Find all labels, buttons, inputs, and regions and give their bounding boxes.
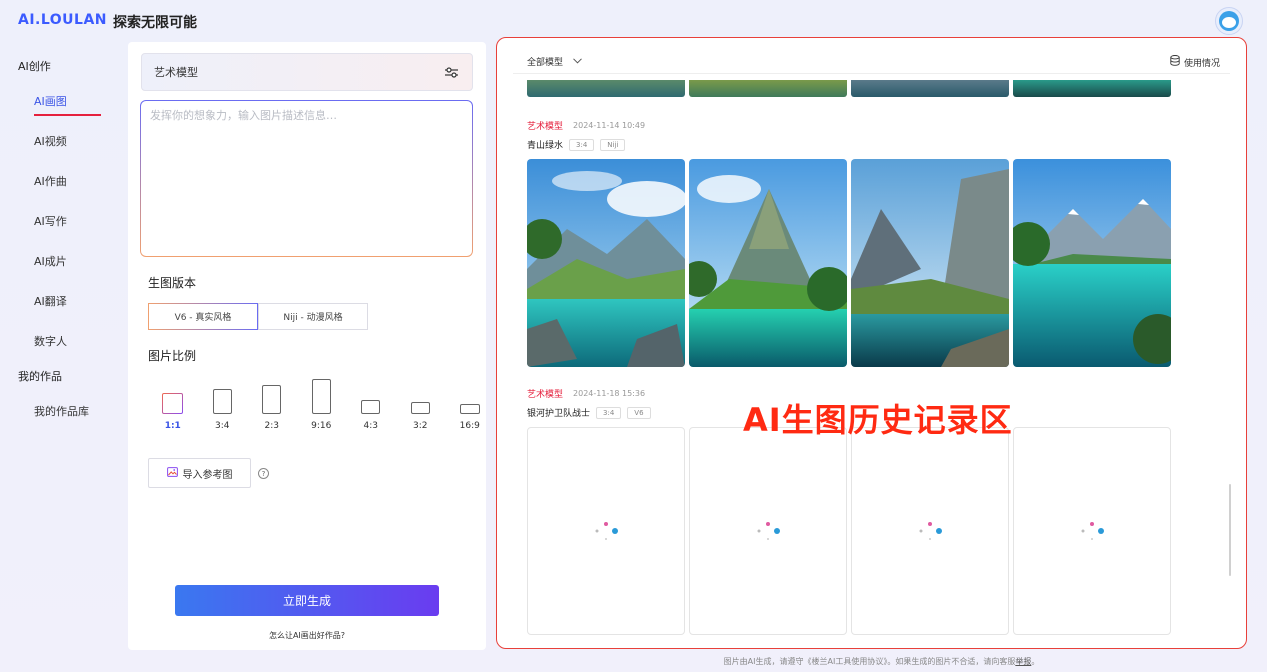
sidebar-item-digital-human[interactable]: 数字人 [0, 322, 120, 362]
sidebar-item-ai-compose[interactable]: AI作曲 [0, 162, 120, 202]
model-filter-dropdown[interactable]: 全部模型 [527, 55, 582, 68]
model-filter-label: 全部模型 [527, 58, 564, 68]
thumbnail-image[interactable] [689, 80, 847, 97]
version-title: 生图版本 [148, 276, 197, 290]
history-toolbar: 全部模型 使用情况 [513, 52, 1230, 74]
generate-button[interactable]: 立即生成 [175, 585, 439, 616]
history-panel: 全部模型 使用情况 艺术模型 2024-11-14 10:49 青山绿水 3:4… [496, 37, 1247, 649]
history-entry: 艺术模型 2024-11-14 10:49 青山绿水 3:4 Niji [527, 119, 645, 151]
entry-image-grid [527, 427, 1171, 635]
generating-placeholder [527, 427, 685, 635]
entry-ratio-chip: 3:4 [569, 138, 595, 151]
generating-placeholder [851, 427, 1009, 635]
ratio-tall-icon [311, 379, 331, 414]
version-v6-button[interactable]: V6 - 真实风格 [148, 303, 258, 330]
generating-placeholder [689, 427, 847, 635]
generated-image[interactable] [1013, 159, 1171, 367]
ratio-label: 1:1 [164, 421, 181, 431]
sidebar-section-works: 我的作品 [18, 370, 62, 383]
model-selector[interactable]: 艺术模型 [141, 53, 473, 91]
ratio-label: 3:2 [413, 421, 428, 431]
previous-entry-thumbnails [527, 80, 1171, 97]
how-to-link[interactable]: 怎么让AI画出好作品? [128, 630, 486, 641]
entry-model-tag: 艺术模型 [527, 390, 564, 400]
avatar-face-icon [1219, 11, 1239, 31]
footer-end: 。 [1031, 657, 1040, 666]
ratio-options: 1:1 3:4 2:3 9:16 4:3 3:2 16:9 [148, 377, 495, 431]
ratio-option-1-1[interactable]: 1:1 [148, 377, 198, 431]
footer-notice: 图片由AI生成，请遵守《楼兰AI工具使用协议》。如果生成的图片不合适，请向客服举… [0, 656, 1267, 667]
footer-text: 图片由AI生成，请遵守《楼兰AI工具使用协议》。如果生成的图片不合适，请向客服 [723, 657, 1016, 666]
brand[interactable]: AI.LOULAN 探索无限可能 [18, 12, 197, 32]
ratio-label: 16:9 [459, 421, 480, 431]
loading-spinner-icon [757, 522, 780, 540]
ratio-landscape-icon [410, 402, 430, 414]
ratio-option-3-4[interactable]: 3:4 [198, 377, 248, 431]
history-area-annotation: AI生图历史记录区 [743, 401, 1013, 439]
ratio-label: 3:4 [215, 421, 230, 431]
entry-timestamp: 2024-11-14 10:49 [573, 121, 646, 130]
generated-image[interactable] [851, 159, 1009, 367]
entry-version-chip: Niji [600, 138, 626, 151]
import-reference-button[interactable]: 导入参考图 [148, 458, 251, 488]
thumbnail-image[interactable] [851, 80, 1009, 97]
model-label: 艺术模型 [154, 66, 198, 79]
ratio-wide-icon [459, 404, 480, 414]
image-upload-icon [166, 466, 178, 480]
usage-label: 使用情况 [1183, 58, 1220, 69]
chevron-down-icon [573, 57, 582, 67]
thumbnail-image[interactable] [1013, 80, 1171, 97]
entry-image-grid [527, 159, 1171, 367]
sidebar-item-ai-film[interactable]: AI成片 [0, 242, 120, 282]
entry-ratio-chip: 3:4 [596, 406, 622, 419]
help-icon[interactable]: ? [258, 468, 269, 479]
prompt-input[interactable] [140, 100, 473, 257]
usage-button[interactable]: 使用情况 [1170, 55, 1220, 69]
loading-spinner-icon [919, 522, 942, 540]
loading-spinner-icon [1081, 522, 1104, 540]
sidebar-section-create: AI创作 [18, 60, 51, 73]
entry-timestamp: 2024-11-18 15:36 [573, 389, 646, 398]
loading-spinner-icon [595, 522, 618, 540]
ratio-label: 2:3 [264, 421, 279, 431]
database-icon [1170, 55, 1180, 69]
sidebar-item-works-library[interactable]: 我的作品库 [0, 392, 120, 432]
generated-image[interactable] [527, 159, 685, 367]
sidebar-item-ai-draw[interactable]: AI画图 [0, 82, 120, 122]
ratio-portrait-icon [262, 385, 282, 414]
sidebar-item-ai-video[interactable]: AI视频 [0, 122, 120, 162]
generated-image[interactable] [689, 159, 847, 367]
ratio-title: 图片比例 [148, 349, 197, 363]
generation-form: 艺术模型 生图版本 V6 - 真实风格 Niji - 动漫风格 图片比例 1:1… [128, 42, 486, 650]
entry-version-chip: V6 [627, 406, 651, 419]
version-toggle: V6 - 真实风格 Niji - 动漫风格 [148, 303, 368, 330]
entry-title: 银河护卫队战士 [527, 409, 591, 419]
ratio-label: 9:16 [311, 421, 332, 431]
ratio-option-16-9[interactable]: 16:9 [445, 377, 495, 431]
report-link[interactable]: 举报 [1015, 657, 1031, 666]
settings-sliders-icon[interactable] [445, 66, 458, 78]
entry-model-tag: 艺术模型 [527, 122, 564, 132]
sidebar: AI创作 AI画图 AI视频 AI作曲 AI写作 AI成片 AI翻译 数字人 我… [0, 52, 120, 432]
import-reference-label: 导入参考图 [182, 469, 233, 481]
ratio-option-4-3[interactable]: 4:3 [346, 377, 396, 431]
ratio-landscape-icon [361, 400, 381, 414]
ratio-square-icon [162, 393, 183, 414]
version-niji-button[interactable]: Niji - 动漫风格 [258, 303, 368, 330]
ratio-option-9-16[interactable]: 9:16 [297, 377, 347, 431]
sidebar-item-ai-write[interactable]: AI写作 [0, 202, 120, 242]
ratio-portrait-icon [212, 389, 232, 414]
brand-slogan: 探索无限可能 [113, 15, 198, 31]
thumbnail-image[interactable] [527, 80, 685, 97]
sidebar-item-ai-translate[interactable]: AI翻译 [0, 282, 120, 322]
brand-logo: AI.LOULAN [18, 12, 108, 28]
generating-placeholder [1013, 427, 1171, 635]
history-entry: 艺术模型 2024-11-18 15:36 银河护卫队战士 3:4 V6 [527, 387, 651, 419]
history-scrollbar[interactable] [1229, 484, 1231, 576]
ratio-label: 4:3 [363, 421, 378, 431]
avatar[interactable] [1215, 7, 1243, 35]
ratio-option-2-3[interactable]: 2:3 [247, 377, 297, 431]
entry-title: 青山绿水 [527, 141, 564, 151]
ratio-option-3-2[interactable]: 3:2 [396, 377, 446, 431]
